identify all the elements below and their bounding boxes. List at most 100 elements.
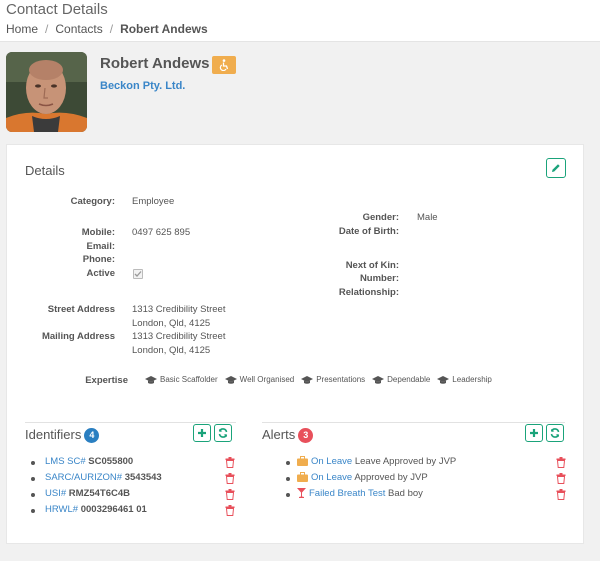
- details-card: Details Category: Employee Mobile: 0497 …: [6, 144, 584, 544]
- identifier-value: RMZ54T6C4B: [68, 488, 131, 499]
- alert-title-link[interactable]: Failed Breath Test: [309, 488, 385, 499]
- breadcrumb-home[interactable]: Home: [6, 22, 38, 36]
- number-label: Number:: [359, 273, 399, 284]
- contact-name: Robert Andews: [100, 55, 210, 72]
- mobile-label: Mobile:: [81, 227, 115, 238]
- alerts-title-text: Alerts: [262, 427, 296, 442]
- active-label: Active: [86, 268, 115, 279]
- bullet: [286, 493, 290, 497]
- check-icon: [134, 271, 142, 277]
- pencil-icon: [552, 164, 560, 172]
- delete-identifier-icon[interactable]: [225, 457, 235, 468]
- mailing-address-label: Mailing Address: [41, 331, 115, 342]
- expertise-label-text: Dependable: [387, 375, 431, 384]
- expertise-item: Presentations: [301, 375, 365, 384]
- refresh-icon: [218, 428, 228, 438]
- breadcrumb-separator: /: [45, 22, 49, 36]
- alert-text: Leave Approved by JVP: [354, 456, 457, 467]
- active-checkbox[interactable]: [133, 269, 143, 279]
- category-value: Employee: [132, 196, 175, 207]
- bullet: [31, 477, 35, 481]
- identifier-type-link[interactable]: HRWL#: [45, 504, 78, 515]
- alerts-title: Alerts 3: [262, 427, 314, 443]
- expertise-list: Basic Scaffolder Well Organised Presenta…: [145, 375, 499, 384]
- breadcrumb-current: Robert Andews: [120, 22, 208, 36]
- identifiers-count-badge: 4: [84, 428, 100, 443]
- expertise-item: Dependable: [372, 375, 430, 384]
- delete-alert-icon[interactable]: [556, 489, 566, 500]
- expertise-item: Well Organised: [224, 375, 295, 384]
- briefcase-icon: [297, 472, 308, 482]
- street-address-label: Street Address: [47, 304, 115, 315]
- refresh-icon: [550, 428, 560, 438]
- alert-item: On Leave Leave Approved by JVP: [286, 456, 457, 470]
- plus-icon: [198, 429, 206, 437]
- expertise-label-text: Basic Scaffolder: [160, 375, 218, 384]
- identifier-type-link[interactable]: SARC/AURIZON#: [45, 472, 122, 483]
- mailing-address-line2: London, Qld, 4125: [132, 345, 211, 356]
- alert-title-link[interactable]: On Leave: [311, 456, 352, 467]
- alert-item: On Leave Approved by JVP: [286, 472, 428, 486]
- expertise-item: Leadership: [437, 375, 492, 384]
- delete-identifier-icon[interactable]: [225, 473, 235, 484]
- page-header: Contact Details Home / Contacts / Robert And…: [0, 0, 600, 42]
- graduation-cap-icon: [224, 375, 237, 384]
- gender-label: Gender:: [362, 212, 399, 223]
- briefcase-icon: [297, 456, 308, 466]
- breadcrumb-contacts[interactable]: Contacts: [55, 22, 102, 36]
- dob-label: Date of Birth:: [338, 226, 399, 237]
- identifiers-title-text: Identifiers: [25, 427, 82, 442]
- delete-alert-icon[interactable]: [556, 473, 566, 484]
- delete-identifier-icon[interactable]: [225, 489, 235, 500]
- bullet: [286, 477, 290, 481]
- relationship-label: Relationship:: [338, 287, 399, 298]
- phone-label: Phone:: [82, 254, 115, 265]
- graduation-cap-icon: [437, 375, 450, 384]
- expertise-label-text: Well Organised: [239, 375, 295, 384]
- company-link[interactable]: Beckon Pty. Ltd.: [100, 80, 185, 92]
- email-label: Email:: [86, 241, 115, 252]
- identifier-value: 0003296461 01: [80, 504, 147, 515]
- bullet: [31, 509, 35, 513]
- category-label: Category:: [70, 196, 115, 207]
- identifier-type-link[interactable]: LMS SC#: [45, 456, 86, 467]
- graduation-cap-icon: [301, 375, 314, 384]
- details-title: Details: [25, 163, 65, 178]
- page-title: Contact Details: [6, 1, 108, 18]
- alerts-divider: [262, 422, 565, 423]
- identifier-item: USI# RMZ54T6C4B: [31, 488, 131, 502]
- delete-alert-icon[interactable]: [556, 457, 566, 468]
- alert-title-link[interactable]: On Leave: [311, 472, 352, 483]
- graduation-cap-icon: [372, 375, 385, 384]
- identifier-item: HRWL# 0003296461 01: [31, 504, 147, 518]
- identifier-value: SC055800: [88, 456, 134, 467]
- street-address-line1: 1313 Credibility Street: [132, 304, 226, 315]
- add-identifier-button[interactable]: [193, 424, 211, 442]
- breadcrumb-separator: /: [109, 22, 114, 36]
- identifiers-title: Identifiers 4: [25, 427, 100, 443]
- alerts-count-badge: 3: [298, 428, 314, 443]
- bullet: [286, 461, 290, 465]
- expertise-label-text: Leadership: [452, 375, 492, 384]
- identifier-value: 3543543: [124, 472, 162, 483]
- expertise-label: Expertise: [85, 375, 128, 386]
- avatar: [6, 52, 87, 132]
- alert-text: Bad boy: [388, 488, 423, 499]
- mobile-value: 0497 625 895: [132, 227, 191, 238]
- identifier-type-link[interactable]: USI#: [45, 488, 66, 499]
- add-alert-button[interactable]: [525, 424, 543, 442]
- delete-identifier-icon[interactable]: [225, 505, 235, 516]
- identifier-item: SARC/AURIZON# 3543543: [31, 472, 162, 486]
- edit-button[interactable]: [546, 158, 566, 178]
- expertise-item: Basic Scaffolder: [145, 375, 218, 384]
- gender-value: Male: [417, 212, 438, 223]
- street-address-line2: London, Qld, 4125: [132, 318, 211, 329]
- expertise-label-text: Presentations: [316, 375, 366, 384]
- refresh-alerts-button[interactable]: [546, 424, 564, 442]
- bullet: [31, 493, 35, 497]
- cocktail-glass-icon: [297, 488, 306, 498]
- refresh-identifiers-button[interactable]: [214, 424, 232, 442]
- mailing-address-line1: 1313 Credibility Street: [132, 331, 226, 342]
- breadcrumb: Home / Contacts / Robert Andews: [6, 22, 208, 36]
- accessibility-icon: [212, 56, 236, 74]
